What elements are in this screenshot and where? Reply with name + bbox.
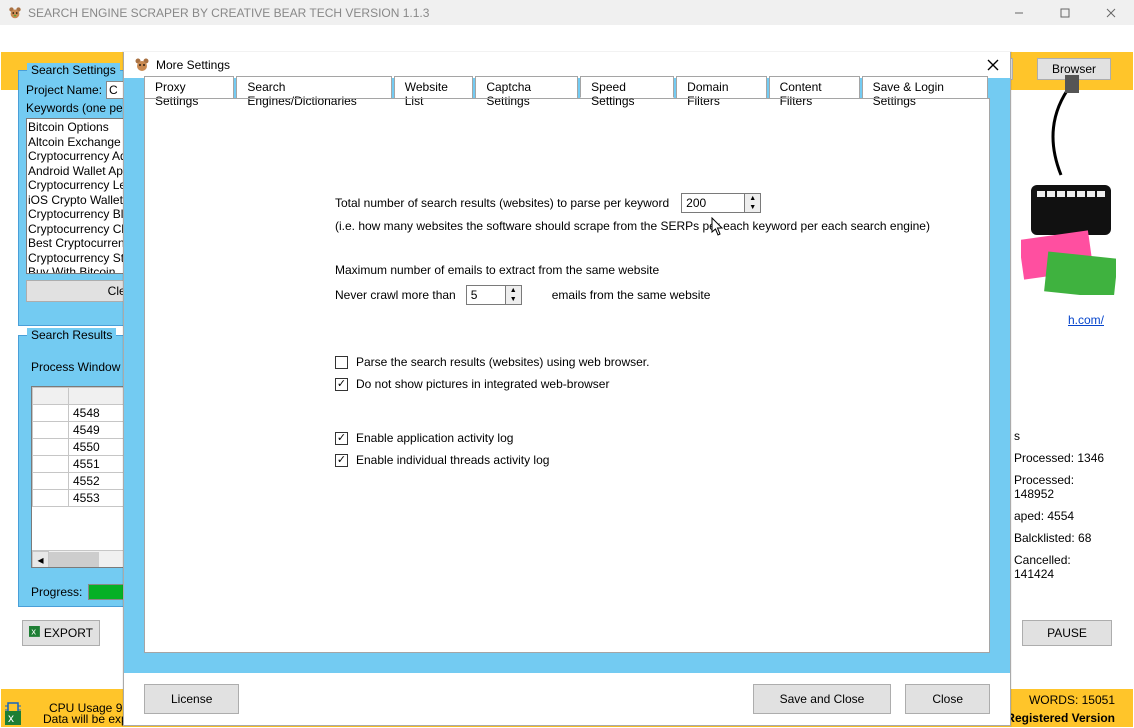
tab-domain-filters[interactable]: Domain Filters [676, 76, 766, 98]
spin-up-icon[interactable]: ▲ [506, 286, 521, 295]
svg-text:x: x [8, 711, 14, 725]
speed-settings-tab-content: Total number of search results (websites… [144, 98, 990, 653]
no-pictures-checkbox[interactable] [335, 378, 348, 391]
close-window-button[interactable] [1088, 0, 1134, 25]
modal-titlebar: More Settings [124, 52, 1010, 78]
process-window-label: Process Window [31, 360, 120, 374]
tab-captcha-settings[interactable]: Captcha Settings [475, 76, 578, 98]
main-title-text: SEARCH ENGINE SCRAPER BY CREATIVE BEAR T… [28, 6, 429, 20]
never-crawl-suffix: emails from the same website [552, 288, 711, 302]
search-settings-title: Search Settings [27, 63, 120, 77]
scroll-thumb[interactable] [49, 552, 99, 567]
project-name-label: Project Name: [26, 83, 106, 97]
modal-footer: License Save and Close Close [124, 673, 1010, 725]
svg-text:x: x [31, 627, 36, 637]
save-and-close-button[interactable]: Save and Close [753, 684, 892, 714]
spin-down-icon[interactable]: ▼ [506, 295, 521, 304]
spin-down-icon[interactable]: ▼ [745, 203, 760, 212]
tab-search-engines-dictionaries[interactable]: Search Engines/Dictionaries [236, 76, 391, 98]
spin-up-icon[interactable]: ▲ [745, 194, 760, 203]
app-log-checkbox[interactable] [335, 432, 348, 445]
cursor-icon [711, 217, 726, 237]
parse-browser-label: Parse the search results (websites) usin… [356, 355, 649, 369]
total-results-explain: (i.e. how many websites the software sho… [335, 219, 949, 233]
tab-speed-settings[interactable]: Speed Settings [580, 76, 674, 98]
total-results-input[interactable] [682, 194, 744, 212]
app-icon [8, 6, 22, 20]
modal-icon [134, 57, 150, 73]
tab-content-filters[interactable]: Content Filters [769, 76, 860, 98]
main-titlebar: SEARCH ENGINE SCRAPER BY CREATIVE BEAR T… [0, 0, 1134, 25]
export-note-icon: x [5, 711, 21, 728]
never-crawl-spinbox[interactable]: ▲▼ [466, 285, 522, 305]
progress-label: Progress: [31, 585, 82, 599]
pause-button[interactable]: PAUSE [1022, 620, 1112, 646]
modal-title-text: More Settings [156, 58, 230, 72]
tab-save-login-settings[interactable]: Save & Login Settings [862, 76, 988, 98]
registered-version-text: Registered Version [1006, 711, 1115, 725]
scroll-left-icon[interactable]: ◂ [32, 551, 49, 568]
thread-log-label: Enable individual threads activity log [356, 453, 549, 467]
stats-fragment: s Processed: 1346 Processed: 148952 aped… [1014, 421, 1114, 589]
total-results-label: Total number of search results (websites… [335, 196, 669, 210]
minimize-button[interactable] [996, 0, 1042, 25]
words-count: WORDS: 15051 [1029, 693, 1115, 707]
export-icon: x [29, 626, 40, 640]
app-log-label: Enable application activity log [356, 431, 513, 445]
never-crawl-input[interactable] [467, 286, 505, 304]
search-results-title: Search Results [27, 328, 116, 342]
close-button[interactable]: Close [905, 684, 990, 714]
thread-log-checkbox[interactable] [335, 454, 348, 467]
tab-proxy-settings[interactable]: Proxy Settings [144, 76, 234, 98]
max-emails-label: Maximum number of emails to extract from… [335, 263, 949, 277]
keywords-label: Keywords (one pe [26, 101, 106, 115]
parse-browser-checkbox[interactable] [335, 356, 348, 369]
tab-website-list[interactable]: Website List [394, 76, 474, 98]
maximize-button[interactable] [1042, 0, 1088, 25]
website-link-fragment[interactable]: h.com/ [1068, 313, 1104, 327]
no-pictures-label: Do not show pictures in integrated web-b… [356, 377, 609, 391]
export-button[interactable]: x EXPORT [22, 620, 100, 646]
total-results-spinbox[interactable]: ▲▼ [681, 193, 761, 213]
license-button[interactable]: License [144, 684, 239, 714]
never-crawl-prefix: Never crawl more than [335, 288, 456, 302]
more-settings-dialog: More Settings Proxy SettingsSearch Engin… [123, 52, 1011, 726]
decorative-graphic: werful! [1021, 75, 1116, 295]
modal-close-button[interactable] [984, 56, 1002, 74]
